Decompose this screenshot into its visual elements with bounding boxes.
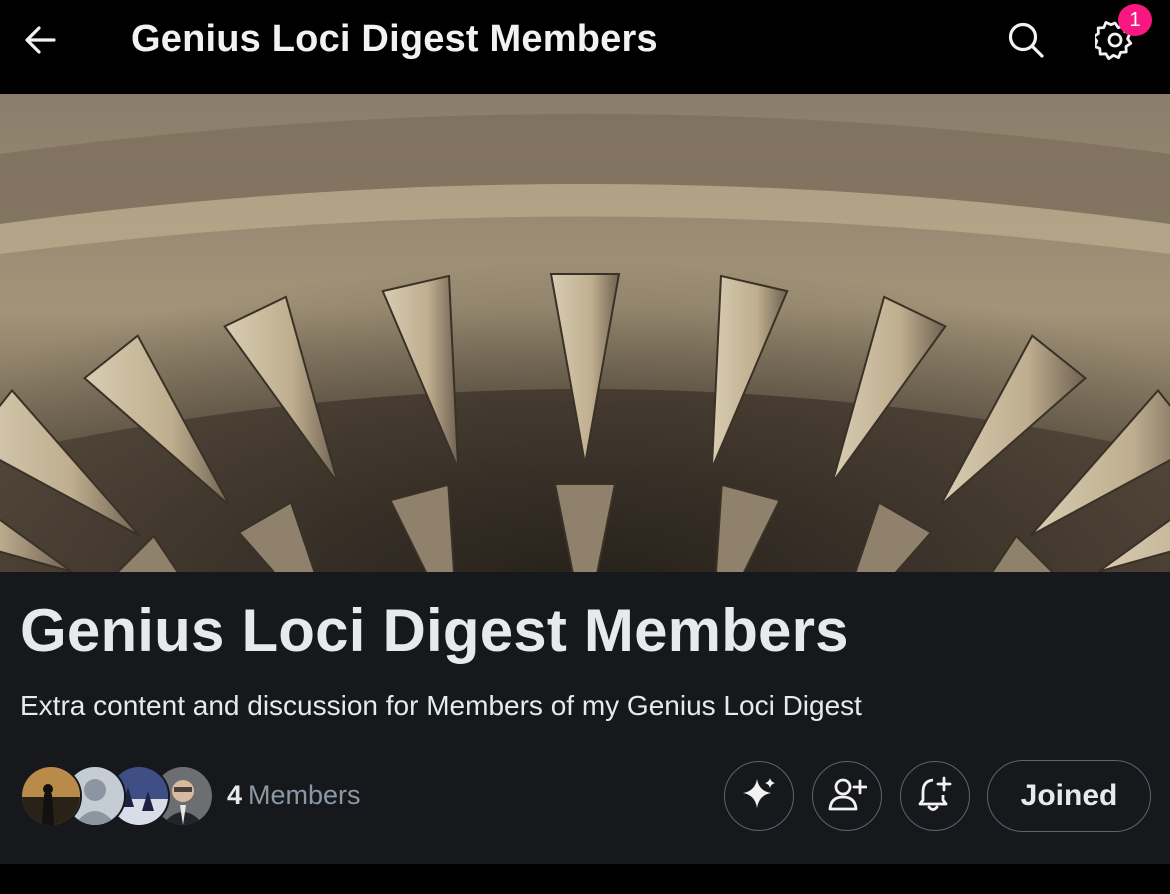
notification-badge: 1 (1118, 4, 1152, 36)
member-avatars[interactable] (20, 765, 214, 829)
bell-plus-icon (916, 775, 954, 818)
arrow-left-icon (23, 25, 57, 60)
page-bottom (0, 864, 1170, 894)
page-title: Genius Loci Digest Members (131, 18, 658, 60)
top-bar: Genius Loci Digest Members 1 (0, 0, 1170, 94)
search-button[interactable] (1000, 16, 1052, 68)
grok-summary-button[interactable] (724, 761, 794, 831)
community-description: Extra content and discussion for Members… (20, 690, 862, 721)
member-avatar-1 (20, 765, 82, 827)
notifications-button[interactable] (900, 761, 970, 831)
community-banner (0, 94, 1170, 572)
carved-stone-arch-banner (0, 94, 1170, 572)
search-icon (1007, 21, 1045, 64)
invite-member-button[interactable] (812, 761, 882, 831)
member-count[interactable]: 4 Members (227, 780, 361, 811)
add-user-icon (827, 776, 868, 817)
sparkle-icon (740, 775, 778, 818)
back-button[interactable] (14, 18, 66, 66)
member-count-number: 4 (227, 780, 243, 810)
community-name: Genius Loci Digest Members (20, 597, 849, 664)
joined-button[interactable]: Joined (987, 760, 1151, 832)
member-count-label: Members (248, 780, 361, 810)
